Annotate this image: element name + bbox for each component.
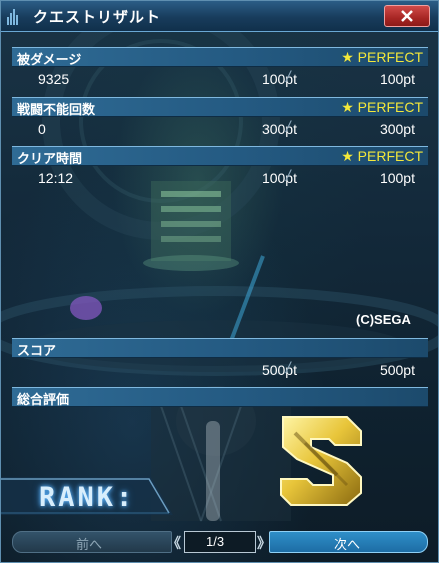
close-icon xyxy=(401,10,413,22)
score-label: スコア xyxy=(17,344,57,359)
result-max: 300pt xyxy=(379,121,415,137)
result-values-clear-time: 12:12 100pt / 100pt xyxy=(12,167,428,191)
slash-separator: / xyxy=(286,69,291,86)
result-header-clear-time: クリア時間 ★ PERFECT xyxy=(12,146,428,167)
result-label: 戦闘不能回数 xyxy=(17,103,96,118)
result-values-damage: 9325 100pt / 100pt xyxy=(12,68,428,92)
slash-separator: / xyxy=(286,168,291,185)
close-button[interactable] xyxy=(384,5,430,27)
pagination-bar: 前へ 《 1/3 》 次へ xyxy=(12,531,428,553)
result-label: クリア時間 xyxy=(17,152,83,167)
result-points: 300pt xyxy=(261,121,297,137)
result-header-incapacitated: 戦闘不能回数 ★ PERFECT xyxy=(12,97,428,118)
overall-header: 総合評価 xyxy=(12,387,428,408)
result-header-damage: 被ダメージ ★ PERFECT xyxy=(12,47,428,68)
next-button[interactable]: 次へ xyxy=(269,531,428,553)
copyright-text: (C)SEGA xyxy=(356,312,411,327)
rank-label: RANK: xyxy=(39,482,136,513)
signal-bars-icon xyxy=(7,9,18,25)
slash-separator: / xyxy=(286,119,291,136)
quest-result-window: クエストリザルト 被ダメージ ★ PERFECT 9325 100pt / 10… xyxy=(0,0,439,563)
score-values: 500pt / 500pt xyxy=(12,359,428,383)
rank-s-icon xyxy=(280,416,362,506)
score-points: 500pt xyxy=(261,362,297,378)
result-points: 100pt xyxy=(261,71,297,87)
chevron-left-icon[interactable]: 《 xyxy=(167,533,181,553)
result-value: 9325 xyxy=(38,71,70,87)
title-bar: クエストリザルト xyxy=(1,1,438,32)
page-indicator: 1/3 xyxy=(184,531,256,553)
result-max: 100pt xyxy=(379,71,415,87)
perfect-badge: ★ PERFECT xyxy=(341,99,423,115)
overall-label: 総合評価 xyxy=(17,393,70,408)
next-label: 次へ xyxy=(334,538,361,553)
slash-separator: / xyxy=(286,360,291,377)
perfect-badge: ★ PERFECT xyxy=(341,148,423,164)
result-max: 100pt xyxy=(379,170,415,186)
result-value: 12:12 xyxy=(38,170,74,186)
result-points: 100pt xyxy=(261,170,297,186)
prev-button[interactable]: 前へ xyxy=(12,531,172,553)
result-values-incapacitated: 0 300pt / 300pt xyxy=(12,118,428,142)
page-number: 1/3 xyxy=(206,534,225,549)
perfect-badge: ★ PERFECT xyxy=(341,49,423,65)
result-label: 被ダメージ xyxy=(17,53,82,68)
prev-label: 前へ xyxy=(76,538,103,553)
score-header: スコア xyxy=(12,338,428,359)
window-title: クエストリザルト xyxy=(33,8,162,26)
score-max: 500pt xyxy=(379,362,415,378)
result-value: 0 xyxy=(38,121,46,137)
